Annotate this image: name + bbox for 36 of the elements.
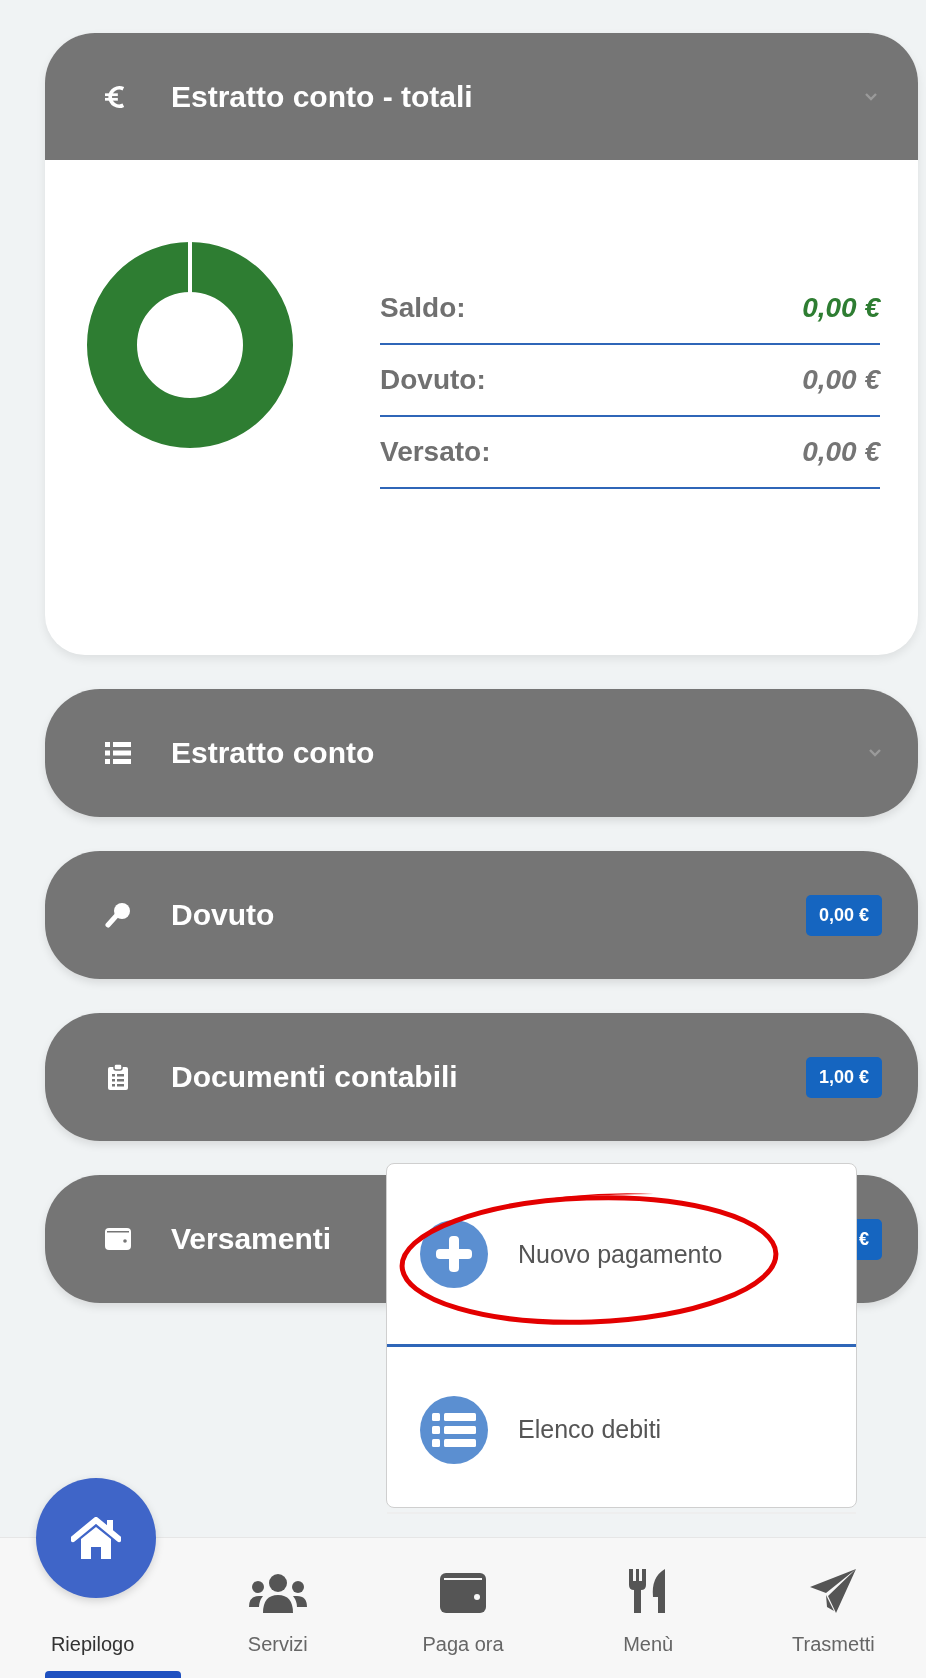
plus-icon [420, 1220, 488, 1288]
menu-item[interactable]: Elenco debiti [387, 1347, 856, 1514]
total-label: Dovuto: [380, 364, 486, 396]
nav-tab[interactable]: Trasmetti [792, 1633, 875, 1656]
euro-icon [105, 83, 127, 110]
list-icon [420, 1395, 488, 1464]
users-icon [248, 1573, 307, 1613]
nav-tab[interactable]: Paga ora [422, 1633, 504, 1656]
section-title: Documenti contabili [171, 1060, 458, 1094]
section-panel[interactable]: Dovuto 0,00 € [45, 851, 918, 979]
home-icon [71, 1517, 121, 1559]
fork-knife-icon [629, 1569, 668, 1613]
list-icon [103, 742, 133, 764]
section-title: Estratto conto [171, 736, 375, 770]
nav-tab[interactable]: Menù [623, 1633, 674, 1656]
total-label: Saldo: [380, 292, 466, 324]
card-header[interactable]: Estratto conto - totali [45, 33, 918, 160]
total-value: 0,00 € [802, 292, 880, 324]
amount-badge: 0,00 € [805, 894, 882, 936]
section-panel[interactable]: Documenti contabili 1,00 € [45, 1013, 918, 1141]
nav-tab[interactable]: Riepilogo [50, 1633, 135, 1656]
wallet-icon [440, 1573, 486, 1613]
amount-badge: 1,00 € [805, 1056, 882, 1098]
nav-tab[interactable]: Servizi [247, 1633, 308, 1656]
wallet-icon [103, 1228, 133, 1250]
chevron-icon [868, 748, 882, 758]
total-value: 0,00 € [802, 364, 880, 396]
total-value: 0,00 € [802, 436, 880, 468]
section-panel[interactable]: Estratto conto [45, 689, 918, 817]
menu-item[interactable]: Nuovo pagamento [387, 1164, 856, 1347]
section-title: Dovuto [171, 898, 275, 932]
paper-plane-icon [810, 1569, 857, 1613]
pin-icon [103, 902, 133, 928]
total-label: Versato: [380, 436, 491, 468]
card-title: Estratto conto - totali [171, 79, 473, 114]
section-title: Versamenti [171, 1222, 332, 1256]
